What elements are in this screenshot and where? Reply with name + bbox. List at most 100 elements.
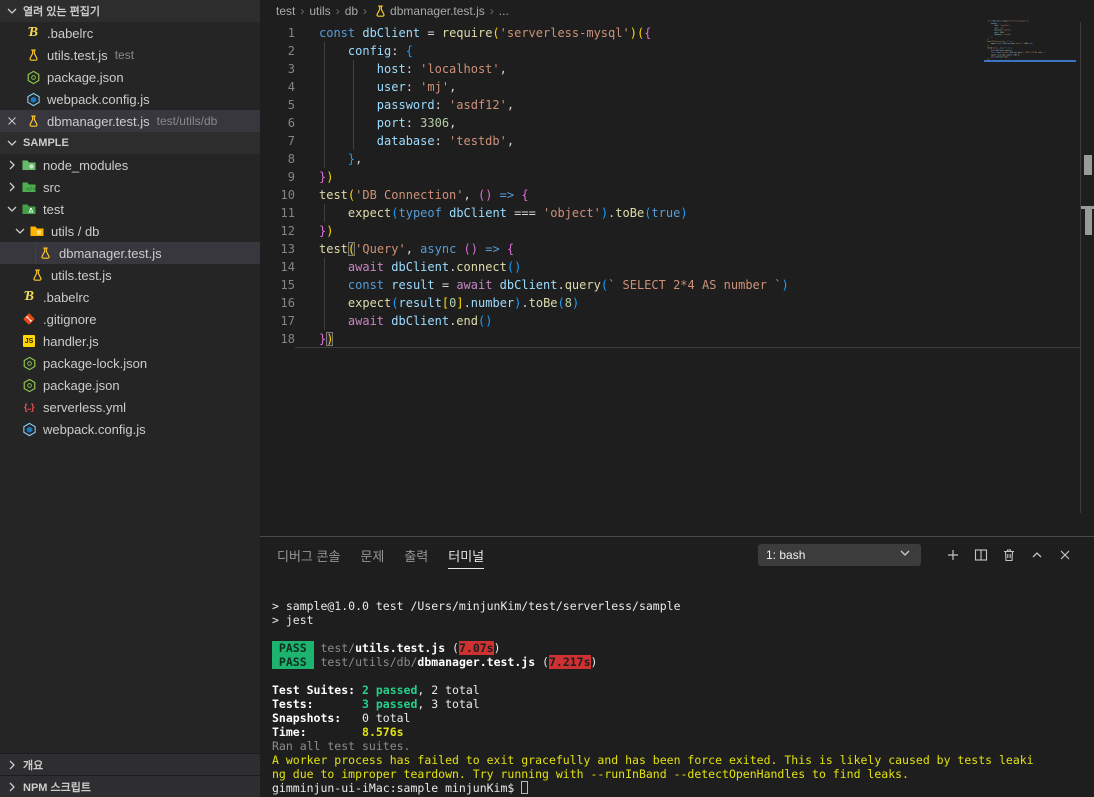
tree-folder-item[interactable]: utils / db: [0, 220, 260, 242]
panel-tab-[interactable]: 디버그 콘솔: [267, 540, 350, 569]
split-terminal-button[interactable]: [967, 542, 995, 568]
line-number: 10: [280, 188, 295, 202]
breadcrumb-item[interactable]: dbmanager.test.js: [370, 3, 487, 19]
npm-scripts-section-header[interactable]: NPM 스크립트: [0, 775, 260, 797]
file-name: dbmanager.test.js: [59, 245, 162, 261]
js-icon: JS: [20, 333, 38, 349]
code-line[interactable]: 15 const result = await dbClient.query(`…: [260, 276, 1094, 294]
sidebar: 열려 있는 편집기 Ɓ .babelrc utils.test.js test pack…: [0, 0, 260, 797]
file-path-detail: test/utils/db: [156, 114, 218, 128]
code-line[interactable]: 13 test('Query', async () => {: [260, 240, 1094, 258]
code-line[interactable]: 6 port: 3306,: [260, 114, 1094, 132]
line-number: 13: [280, 242, 295, 256]
minimap[interactable]: const dbClient = require('serverless-mys…: [984, 20, 1079, 160]
tree-file-item[interactable]: dbmanager.test.js: [0, 242, 260, 264]
tree-folder-item[interactable]: node_modules: [0, 154, 260, 176]
panel-tab-active[interactable]: 터미널: [438, 540, 494, 569]
code-line[interactable]: 2 config: {: [260, 42, 1094, 60]
tree-folder-item[interactable]: </> src: [0, 176, 260, 198]
maximize-panel-button[interactable]: [1023, 542, 1051, 568]
code-line[interactable]: 12}): [260, 222, 1094, 240]
tree-file-item[interactable]: Ɓ .babelrc: [0, 286, 260, 308]
open-editor-item[interactable]: utils.test.js test: [0, 44, 260, 66]
file-name: package.json: [47, 69, 124, 85]
scrollbar-marker: [1085, 209, 1092, 235]
code-editor[interactable]: 1 const dbClient = require('serverless-my…: [260, 22, 1094, 348]
code-line[interactable]: 5 password: 'asdf12',: [260, 96, 1094, 114]
file-name: .babelrc: [47, 25, 94, 41]
file-name: .gitignore: [43, 311, 97, 327]
serverless-icon: {..}: [23, 402, 35, 412]
line-number: 15: [280, 278, 295, 292]
tree-file-item[interactable]: webpack.config.js: [0, 418, 260, 440]
overview-ruler: [1080, 22, 1081, 513]
file-name: serverless.yml: [43, 399, 127, 415]
tree-file-item[interactable]: package.json: [0, 374, 260, 396]
code-line[interactable]: 9}): [260, 168, 1094, 186]
breadcrumb-item[interactable]: test: [274, 4, 297, 18]
tree-file-item[interactable]: JS handler.js: [0, 330, 260, 352]
file-name: dbmanager.test.js: [47, 113, 150, 129]
code-line[interactable]: 7 database: 'testdb',: [260, 132, 1094, 150]
terminal-line: Snapshots: 0 total: [272, 711, 411, 725]
folder-utils-icon: [28, 223, 46, 239]
line-number: 2: [287, 44, 295, 58]
tree-file-item[interactable]: .gitignore: [0, 308, 260, 330]
terminal-output[interactable]: > sample@1.0.0 test /Users/minjunKim/tes…: [260, 572, 1094, 797]
kill-terminal-button[interactable]: [995, 542, 1023, 568]
code-line[interactable]: 14 await dbClient.connect(): [260, 258, 1094, 276]
panel-tab-label: 디버그 콘솔: [277, 549, 341, 564]
open-editor-item[interactable]: dbmanager.test.js test/utils/db: [0, 110, 260, 132]
folder-src-icon: </>: [20, 179, 38, 195]
code-line[interactable]: 16 expect(result[0].number).toBe(8): [260, 294, 1094, 312]
close-icon[interactable]: [0, 114, 24, 128]
breadcrumb-item[interactable]: db: [343, 4, 360, 18]
git-icon: [20, 311, 38, 327]
folder-test-icon: [20, 201, 38, 217]
terminal-cursor: [521, 781, 529, 794]
tree-file-item[interactable]: {..} serverless.yml: [0, 396, 260, 418]
code-line[interactable]: 1 const dbClient = require('serverless-my…: [260, 24, 1094, 42]
file-name: utils.test.js: [47, 47, 108, 63]
code-line[interactable]: 10 test('DB Connection', () => {: [260, 186, 1094, 204]
code-line[interactable]: 17 await dbClient.end(): [260, 312, 1094, 330]
code-line[interactable]: 3 host: 'localhost',: [260, 60, 1094, 78]
chevron-down-icon: [4, 135, 20, 151]
terminal-shell-select[interactable]: 1: bash: [758, 543, 921, 566]
breadcrumb: test › utils › db › dbmanager.test.js ›...: [260, 0, 1094, 22]
tree-file-item[interactable]: package-lock.json: [0, 352, 260, 374]
panel-tab-[interactable]: 문제: [350, 540, 394, 569]
outline-section-header[interactable]: 개요: [0, 753, 260, 775]
new-terminal-button[interactable]: [939, 542, 967, 568]
open-editor-item[interactable]: webpack.config.js: [0, 88, 260, 110]
panel-tab-[interactable]: 출력: [394, 540, 438, 569]
open-editor-item[interactable]: package.json: [0, 66, 260, 88]
terminal-line: ng due to improper teardown. Try running…: [272, 767, 909, 781]
scrollbar-marker: [1084, 155, 1092, 175]
terminal-line: PASS test/utils/db/dbmanager.test.js (7.…: [272, 655, 598, 669]
terminal-line: A worker process has failed to exit grac…: [272, 753, 1034, 767]
file-name: handler.js: [43, 333, 99, 349]
code-line[interactable]: 4 user: 'mj',: [260, 78, 1094, 96]
webpack-icon: [20, 421, 38, 437]
open-editor-item[interactable]: Ɓ .babelrc: [0, 22, 260, 44]
breadcrumb-item[interactable]: utils: [307, 4, 332, 18]
code-line[interactable]: 18}): [260, 330, 1094, 348]
open-editors-header[interactable]: 열려 있는 편집기: [0, 0, 260, 22]
tree-file-item[interactable]: utils.test.js: [0, 264, 260, 286]
terminal-line: Ran all test suites.: [272, 739, 411, 753]
close-panel-button[interactable]: [1051, 542, 1079, 568]
breadcrumb-item[interactable]: ...: [497, 4, 511, 18]
panel-tabs: 디버그 콘솔 문제 출력 터미널: [267, 540, 494, 569]
code-line[interactable]: 8 },: [260, 150, 1094, 168]
file-tree: node_modules </> src test utils / db dbmanage…: [0, 154, 260, 440]
explorer-section-header[interactable]: SAMPLE: [0, 132, 260, 154]
breadcrumb-separator: ›: [489, 4, 494, 18]
babel-icon: Ɓ: [27, 25, 38, 40]
tree-folder-item[interactable]: test: [0, 198, 260, 220]
code-line[interactable]: 11 expect(typeof dbClient === 'object').…: [260, 204, 1094, 222]
file-name: webpack.config.js: [43, 421, 146, 437]
breadcrumb-label: test: [276, 4, 296, 18]
line-number: 4: [287, 80, 295, 94]
